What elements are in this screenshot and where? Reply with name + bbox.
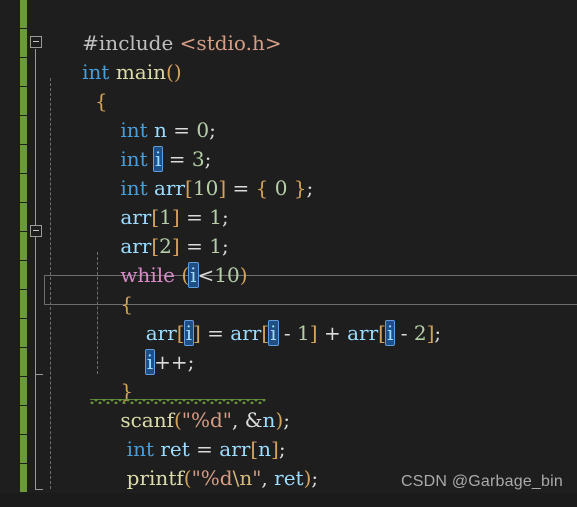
editor-bottom-strip xyxy=(0,493,577,507)
code-line-13[interactable]: } xyxy=(0,348,577,403)
code-line-15[interactable]: int ret = arr[n]; xyxy=(0,406,577,461)
code-line-8[interactable]: arr[2] = 1; xyxy=(0,203,577,258)
code-line-16[interactable]: printf("%d\n", ret); xyxy=(0,435,577,490)
code-line-3[interactable]: { xyxy=(0,58,577,113)
code-editor-screenshot: #include <stdio.h> int main() { int n = … xyxy=(0,0,577,507)
code-line-11[interactable]: arr[i] = arr[i - 1] + arr[i - 2]; xyxy=(0,290,577,346)
code-line-9[interactable]: while (i<10) xyxy=(0,232,577,288)
code-line-6[interactable]: int arr[10] = { 0 }; xyxy=(0,145,577,200)
code-line-4[interactable]: int n = 0; xyxy=(0,87,577,142)
code-line-1[interactable]: #include <stdio.h> xyxy=(0,0,577,55)
csdn-watermark: CSDN @Garbage_bin xyxy=(401,473,563,490)
code-line-14[interactable]: scanf("%d", &n); xyxy=(0,377,577,432)
code-line-10[interactable]: { xyxy=(0,261,577,316)
code-line-7[interactable]: arr[1] = 1; xyxy=(0,174,577,229)
code-line-5[interactable]: int i = 3; xyxy=(0,116,577,172)
code-line-2[interactable]: int main() xyxy=(0,29,577,84)
scanf-warning-squiggle xyxy=(90,399,266,404)
code-line-12[interactable]: i++; xyxy=(0,319,577,375)
editor-surface[interactable]: #include <stdio.h> int main() { int n = … xyxy=(0,0,577,493)
